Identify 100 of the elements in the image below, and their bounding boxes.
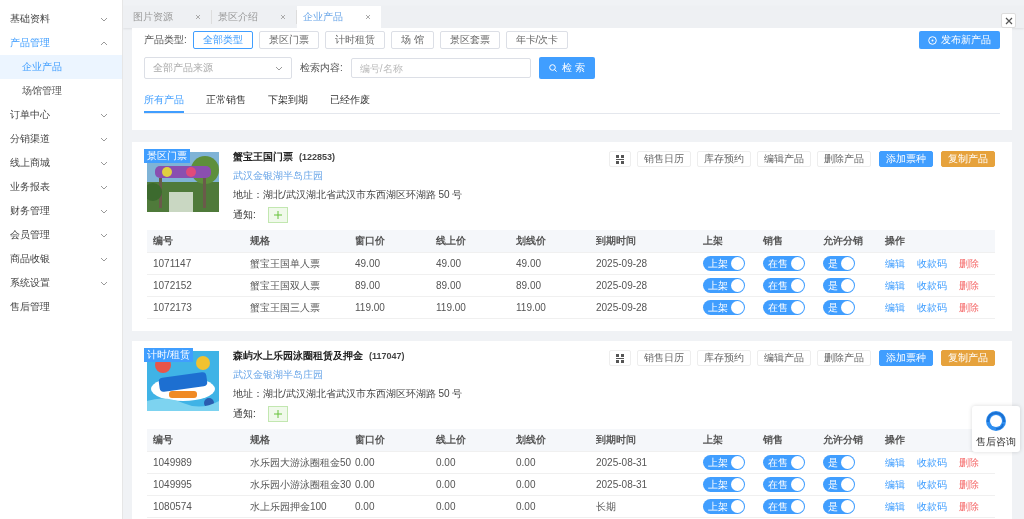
toggle-switch[interactable]: 在售 [763,278,805,293]
type-filter-button[interactable]: 年卡/次卡 [505,31,569,49]
table-cell-text: 蟹宝王国双人票 [249,278,321,293]
action-link[interactable]: 编辑 [885,278,905,293]
tab[interactable]: 企业产品 [297,6,381,28]
action-button[interactable]: 编辑产品 [757,151,811,167]
table-cell-text: 水上乐园押金100 [249,499,328,514]
action-link[interactable]: 收款码 [917,256,947,271]
action-button[interactable]: 库存预约 [697,151,751,167]
action-link[interactable]: 编辑 [885,256,905,271]
sidebar-item[interactable]: 基础资料 [0,7,122,31]
toggle-switch[interactable]: 在售 [763,455,805,470]
delete-link[interactable]: 删除 [959,256,979,271]
type-filter-button[interactable]: 全部类型 [192,31,253,49]
venue-link[interactable]: 武汉金银湖半岛庄园 [233,169,323,183]
action-link[interactable]: 收款码 [917,455,947,470]
chevron-down-icon [100,207,108,215]
action-link[interactable]: 收款码 [917,477,947,492]
sidebar-item[interactable]: 商品收银 [0,247,122,271]
action-link[interactable]: 编辑 [885,300,905,315]
sub-tab[interactable]: 所有产品 [144,89,184,113]
sidebar-item[interactable]: 订单中心 [0,103,122,127]
table-cell-text: 0.00 [354,457,376,468]
delete-link[interactable]: 删除 [959,300,979,315]
action-button[interactable]: 库存预约 [697,350,751,366]
type-filter-button[interactable]: 景区门票 [258,31,319,49]
table-cell-text: 水乐园小游泳圈租金30 [249,477,349,492]
toggle-switch[interactable]: 上架 [703,499,745,514]
action-button[interactable]: 删除产品 [817,350,871,366]
table-cell-text: 89.00 [354,280,382,291]
table-cell-text: 49.00 [354,258,382,269]
type-filter-button[interactable]: 景区套票 [439,31,500,49]
action-button[interactable]: 编辑产品 [757,350,811,366]
qr-code-button[interactable] [609,350,631,366]
toggle-switch[interactable]: 在售 [763,300,805,315]
sidebar-subitem[interactable]: 企业产品 [0,55,122,79]
add-ticket-button[interactable]: 添加票种 [879,350,933,366]
delete-link[interactable]: 删除 [959,499,979,514]
qr-code-button[interactable] [609,151,631,167]
delete-link[interactable]: 删除 [959,477,979,492]
action-button[interactable]: 销售日历 [637,151,691,167]
copy-product-button[interactable]: 复制产品 [941,350,995,366]
publish-button[interactable]: 发布新产品 [919,31,1000,49]
close-button[interactable] [1001,13,1016,28]
column-header: 操作 [884,234,906,248]
action-link[interactable]: 收款码 [917,499,947,514]
help-widget[interactable]: 售后咨询 [972,406,1020,452]
toggle-switch[interactable]: 是 [823,256,855,271]
search-label: 检索内容: [300,61,343,75]
table-cell-text: 1080574 [152,501,193,512]
toggle-switch[interactable]: 是 [823,300,855,315]
action-button[interactable]: 删除产品 [817,151,871,167]
toggle-switch[interactable]: 在售 [763,499,805,514]
sidebar-item[interactable]: 产品管理 [0,31,122,55]
sidebar-item[interactable]: 业务报表 [0,175,122,199]
add-ticket-button[interactable]: 添加票种 [879,151,933,167]
sidebar-item[interactable]: 线上商城 [0,151,122,175]
sidebar-item[interactable]: 系统设置 [0,271,122,295]
sidebar-item[interactable]: 分销渠道 [0,127,122,151]
toggle-switch[interactable]: 在售 [763,256,805,271]
chevron-down-icon [100,15,108,23]
toggle-switch[interactable]: 是 [823,455,855,470]
toggle-switch[interactable]: 是 [823,477,855,492]
toggle-switch[interactable]: 是 [823,278,855,293]
toggle-switch[interactable]: 是 [823,499,855,514]
toggle-switch[interactable]: 上架 [703,278,745,293]
action-link[interactable]: 编辑 [885,455,905,470]
type-filter-button[interactable]: 场 馆 [390,31,434,49]
delete-link[interactable]: 删除 [959,455,979,470]
toggle-switch[interactable]: 在售 [763,477,805,492]
search-field[interactable]: 编号/名称 [350,58,531,78]
copy-product-button[interactable]: 复制产品 [941,151,995,167]
search-button[interactable]: 检 索 [538,57,595,79]
toggle-switch[interactable]: 上架 [703,256,745,271]
toggle-switch[interactable]: 上架 [703,477,745,492]
tab[interactable]: 图片资源 [127,10,212,24]
sidebar-item[interactable]: 会员管理 [0,223,122,247]
sub-tab[interactable]: 下架到期 [268,89,308,113]
type-filter-button[interactable]: 计时租赁 [324,31,385,49]
chevron-down-icon [275,64,283,72]
delete-link[interactable]: 删除 [959,278,979,293]
sub-tab[interactable]: 已经作废 [330,89,370,113]
chevron-down-icon [100,183,108,191]
action-link[interactable]: 编辑 [885,477,905,492]
sidebar-subitem[interactable]: 场馆管理 [0,79,122,103]
column-header: 规格 [249,433,271,447]
sub-tab[interactable]: 正常销售 [206,89,246,113]
column-header: 允许分销 [822,433,864,447]
action-link[interactable]: 收款码 [917,300,947,315]
toggle-switch[interactable]: 上架 [703,300,745,315]
action-button[interactable]: 销售日历 [637,350,691,366]
sidebar-item[interactable]: 财务管理 [0,199,122,223]
action-link[interactable]: 收款码 [917,278,947,293]
search-icon [548,64,557,72]
column-header: 划线价 [515,433,547,447]
source-select[interactable]: 全部产品来源 [144,57,292,79]
toggle-switch[interactable]: 上架 [703,455,745,470]
sidebar-item[interactable]: 售后管理 [0,295,122,319]
action-link[interactable]: 编辑 [885,499,905,514]
venue-link[interactable]: 武汉金银湖半岛庄园 [233,368,323,382]
